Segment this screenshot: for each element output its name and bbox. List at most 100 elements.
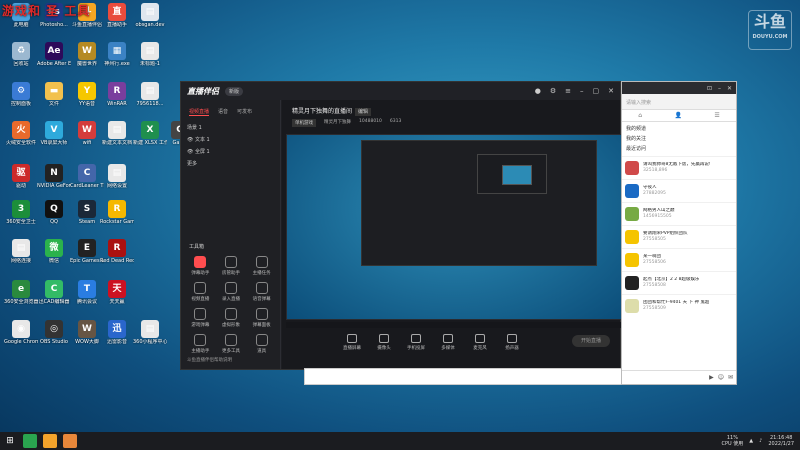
tool-item[interactable]: 语音弹幕 [246,282,277,302]
desktop-icon[interactable]: C 迅CAD编辑器 [37,280,71,305]
tool-item[interactable]: 录入直播 [216,282,247,302]
emoji-icon[interactable]: ☺ [718,374,724,381]
help-link[interactable]: 斗鱼直播伴侣帮助说明 [187,357,232,363]
chat-input-bar[interactable]: ▶ ☺ ✉ [622,370,736,384]
tab-list[interactable]: ☰ [714,110,719,121]
channel-list-item[interactable]: 要请翔荣PVP组织团队 27558505 [622,225,736,248]
desktop-icon[interactable]: 微微信 [37,239,71,264]
edit-title-button[interactable]: 编辑 [355,108,372,116]
network-icon[interactable]: ▲ [749,438,753,444]
desktop-icon[interactable]: ▦ 神州行.exe [100,42,134,67]
channel-list-item[interactable]: 请叫我帅哥8无敌下饭，先赢再说! 32518,896 [622,156,736,179]
chat-search-input[interactable]: 请输入搜索 [622,94,736,110]
scene-item[interactable]: 更多 [187,158,274,170]
desktop-icon[interactable]: ▤ 网络连接 [4,239,38,264]
desktop-icon[interactable]: W 魔兽世界 [70,42,104,67]
desktop-icon[interactable]: e 360安全浏览器 [4,280,38,305]
start-live-button[interactable]: 开始直播 [572,335,610,347]
tab-home[interactable]: ⌂ [638,110,642,121]
tool-item[interactable]: 弹幕助手 [185,256,216,276]
menu-following[interactable]: 我的关注 [626,134,732,144]
send-icon[interactable]: ✉ [728,374,733,381]
desktop-icon[interactable]: ▤ 7956118... [133,82,167,107]
minimize-icon[interactable]: – [718,85,721,92]
category-badge[interactable]: 单机游戏 [292,119,316,127]
taskbar-app[interactable] [23,434,37,448]
channel-list-item[interactable]: 某一萌团 27558506 [622,248,736,271]
tab-publish[interactable]: 可发布 [237,108,252,116]
screen-source-button[interactable]: 直播屏幕 [342,333,362,351]
version-badge[interactable]: 新版 [225,86,244,96]
desktop-icon[interactable]: ▤ 网络设置 [100,164,134,189]
desktop-icon[interactable]: V VB录屏大师 [37,121,71,146]
desktop-icon[interactable]: ◎ OBS Studio [37,320,71,345]
desktop-icon[interactable]: ▤ obsgan.dev [133,3,167,28]
desktop-icon[interactable]: T 腾讯会议 [70,280,104,305]
tool-item[interactable]: 房管助手 [216,256,247,276]
desktop-icon[interactable]: RRed Dead Redemption 2 [100,239,134,264]
desktop-icon[interactable]: R WinRAR [100,82,134,107]
tab-video[interactable]: 视频直播 [189,108,210,116]
menu-icon[interactable]: ≡ [565,87,571,95]
desktop-icon[interactable]: Y YY语音 [70,82,104,107]
desktop-icon[interactable]: 直直播助手 [100,3,134,28]
desktop-icon[interactable]: 天天天赢 [100,280,134,305]
close-icon[interactable]: ✕ [608,87,614,95]
tool-item[interactable]: 道具 [246,334,277,354]
channel-list-item[interactable]: 守夜人 27882095 [622,179,736,202]
scene-item[interactable]: 👁 文本 1 [187,134,274,146]
tool-item[interactable]: 虚拟形象 [216,308,247,328]
maximize-icon[interactable]: ▢ [593,87,600,95]
channel-list-item[interactable]: 起点【北京】2 2 8超级娱乐 27558508 [622,271,736,294]
desktop-icon[interactable]: 驱驱动 [4,164,38,189]
media-source-button[interactable]: 多媒体 [438,333,458,351]
tool-item[interactable]: 视频直播 [185,282,216,302]
phone-cast-button[interactable]: 手机投屏 [406,333,426,351]
desktop-icon[interactable]: ⚙ 控制面板 [4,82,38,107]
user-avatar[interactable]: ● [535,87,541,95]
taskbar-app[interactable] [63,434,77,448]
desktop-icon[interactable]: Q QQ [37,200,71,225]
tab-voice[interactable]: 语音 [218,108,228,116]
windows-start-icon[interactable]: ⊞ [0,436,20,446]
microphone-button[interactable]: 麦克风 [470,333,490,351]
close-icon[interactable]: ✕ [727,85,732,92]
tool-item[interactable]: 主播任务 [246,256,277,276]
desktop-icon[interactable]: RRockstar Games Launcher [100,200,134,225]
scene-item[interactable]: 👁 全屏 1 [187,146,274,158]
settings-icon[interactable]: ⚙ [550,87,556,95]
desktop-icon[interactable]: EEpic Games Launcher [70,239,104,264]
desktop-icon[interactable]: ◉Google Chrome [4,320,38,345]
desktop-icon[interactable]: CCardLeaner The Coin... [70,164,104,189]
desktop-icon[interactable]: Wwifi [70,121,104,146]
desktop-icon[interactable]: S Steam [70,200,104,225]
taskbar-app[interactable] [43,434,57,448]
tool-item[interactable]: 弹幕面板 [246,308,277,328]
menu-my-channel[interactable]: 我的频道 [626,124,732,134]
desktop-icon[interactable]: W WOW大脚 [70,320,104,345]
minimize-icon[interactable]: – [580,87,584,95]
desktop-icon[interactable]: 3 360安全卫士 [4,200,38,225]
desktop-icon[interactable]: ▬ 文件 [37,82,71,107]
desktop-icon[interactable]: ▤ 新建文本文档 [100,121,134,146]
speaker-button[interactable]: 扬声器 [502,333,522,351]
video-icon[interactable]: ▶ [709,374,714,381]
tool-item[interactable]: 主播助手 [185,334,216,354]
desktop-icon[interactable]: X新建 XLSX 工作表 [133,121,167,146]
desktop-icon[interactable]: 火火绒安全软件 [4,121,38,146]
desktop-icon[interactable]: NNVIDIA GeForce Experience [37,164,71,189]
channel-list-item[interactable]: 网格男人山之巅 1456915505 [622,202,736,225]
desktop-icon[interactable]: ▤ 360小程序中心 [133,320,167,345]
clock[interactable]: 21:16:48 2022/1/27 [768,435,794,447]
pin-icon[interactable]: ⊡ [707,85,712,92]
volume-icon[interactable]: ♪ [759,438,762,444]
scene-item[interactable]: 场景 1 [187,122,274,134]
menu-recent[interactable]: 最近访问 [626,144,732,154]
desktop-icon[interactable]: ♻ 回收站 [4,42,38,67]
desktop-icon[interactable]: ▤ 未标题-1 [133,42,167,67]
stream-preview[interactable] [286,134,622,320]
tool-item[interactable]: 更多工具 [216,334,247,354]
desktop-icon[interactable]: AeAdobe After Effects 2020 [37,42,71,67]
channel-list-item[interactable]: 团团和帮忙F-9401 天 下 神 鬼超 27558509 [622,294,736,317]
camera-source-button[interactable]: 摄像头 [374,333,394,351]
